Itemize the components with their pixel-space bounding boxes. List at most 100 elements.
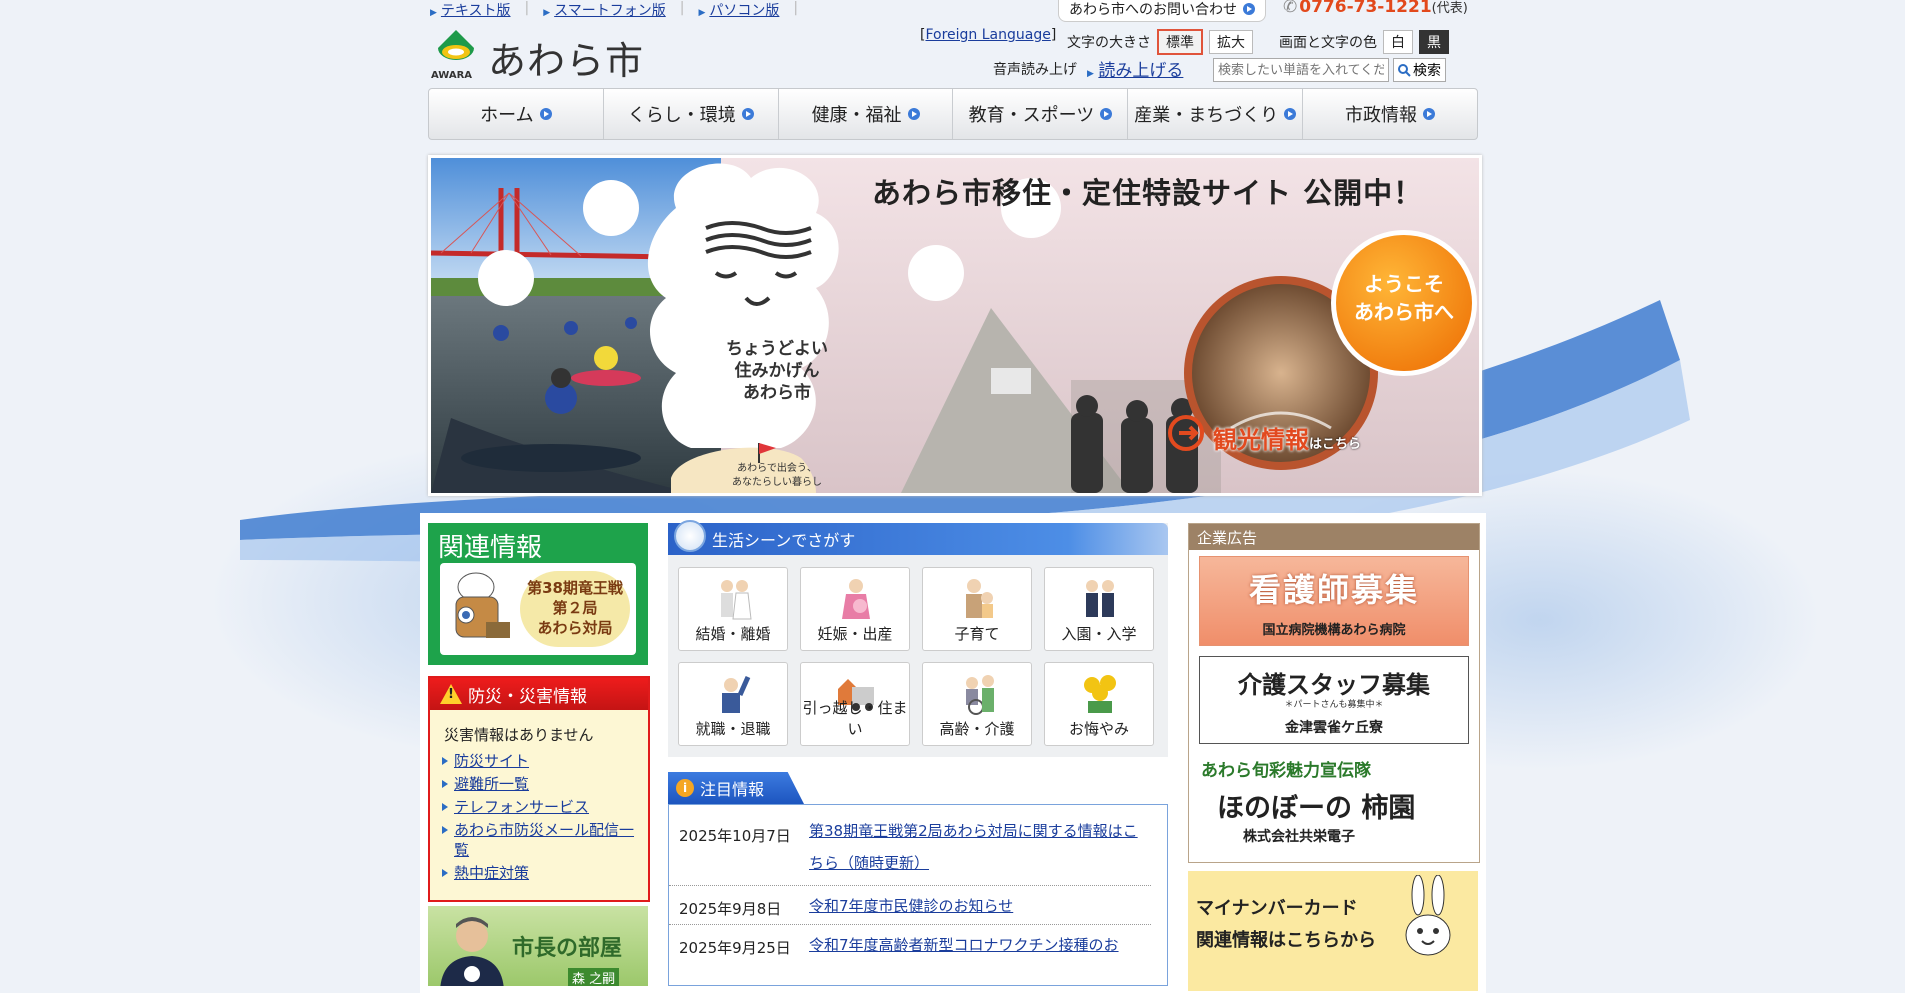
ads-header: 企業広告 — [1189, 524, 1479, 550]
view-mode-links: ▶ テキスト版 | ▶ スマートフォン版 | ▶ パソコン版 | — [430, 0, 799, 20]
arrow-circle-icon — [741, 108, 754, 120]
life-scene-panel: 生活シーンでさがす 結婚・離婚 妊娠・出産 子育て 入園・入学 就職・退職 引っ… — [668, 520, 1168, 757]
font-standard-button[interactable]: 標準 — [1157, 29, 1203, 55]
life-tile-condolence[interactable]: お悔やみ — [1044, 662, 1154, 746]
corporate-ads: 企業広告 看護師募集 国立病院機構あわら病院 介護スタッフ募集 ＊パートさんも募… — [1188, 523, 1480, 863]
disaster-status: 災害情報はありません — [444, 726, 594, 744]
life-tile-marriage[interactable]: 結婚・離婚 — [678, 567, 788, 651]
ad-care-staff[interactable]: 介護スタッフ募集 ＊パートさんも募集中＊ 金津雲雀ケ丘寮 — [1199, 656, 1469, 744]
arrow-circle-icon — [907, 108, 920, 120]
info-icon: i — [676, 779, 694, 797]
voice-label: 音声読み上げ — [993, 61, 1077, 78]
voice-reading: 音声読み上げ ▶ 読み上げる — [993, 56, 1183, 81]
phone-icon: ✆ — [1283, 0, 1298, 17]
warning-icon — [440, 684, 462, 704]
related-card: 第38期竜王戦 第２局 あわら対局 — [440, 563, 636, 655]
phone-number: ✆ 0776-73-1221(代表) — [1283, 0, 1468, 17]
disaster-link[interactable]: あわら市防災メール配信一覧 — [440, 820, 648, 860]
notice-link[interactable]: 第38期竜王戦第2局あわら対局に関する情報はこちら（随時更新） — [809, 805, 1141, 885]
notice-date: 2025年9月8日 — [679, 900, 782, 918]
nav-city-info[interactable]: 市政情報 — [1303, 89, 1477, 139]
contact-label: あわら市へのお問い合わせ — [1069, 2, 1237, 18]
pc-version-link[interactable]: ▶ パソコン版 — [698, 0, 779, 20]
logo-english: AWARA — [431, 70, 473, 81]
notice-date: 2025年10月7日 — [679, 827, 791, 845]
smartphone-version-link[interactable]: ▶ スマートフォン版 — [543, 0, 666, 20]
nav-education[interactable]: 教育・スポーツ — [953, 89, 1129, 139]
mayor-photo — [440, 917, 504, 986]
mayor-title: 市長の部屋 — [512, 936, 623, 961]
contact-link[interactable]: あわら市へのお問い合わせ — [1058, 0, 1266, 22]
notice-date: 2025年9月25日 — [679, 939, 791, 957]
life-scene-header: 生活シーンでさがす — [668, 520, 1168, 555]
life-tile-moving[interactable]: 引っ越し・住まい — [800, 662, 910, 746]
notice-item: 2025年9月8日 令和7年度市民健診のお知らせ — [669, 886, 1151, 925]
magnifier-icon — [674, 520, 706, 552]
life-tile-childcare[interactable]: 子育て — [922, 567, 1032, 651]
sightseeing-link[interactable]: 観光情報はこちら — [1213, 420, 1361, 455]
mayor-room-banner[interactable]: 市長の部屋 森 之嗣 — [428, 906, 648, 986]
ryuoh-badge: 第38期竜王戦 第２局 あわら対局 — [520, 571, 630, 647]
childcare-icon — [966, 579, 993, 618]
nav-industry[interactable]: 産業・まちづくり — [1128, 89, 1304, 139]
welcome-badge[interactable]: ようこそ あわら市へ — [1336, 270, 1472, 326]
notice-list: 2025年10月7日 第38期竜王戦第2局あわら対局に関する情報はこちら（随時更… — [668, 804, 1168, 986]
notice-item: 2025年9月25日 令和7年度高齢者新型コロナワクチン接種のお — [669, 925, 1151, 963]
display-settings: 文字の大きさ 標準 拡大 画面と文字の色 白 黒 — [1067, 29, 1449, 55]
notice-link[interactable]: 令和7年度高齢者新型コロナワクチン接種のお — [809, 925, 1141, 963]
cloud-sub-text: あわらで出会う、 あなたらしい暮らし — [732, 463, 822, 488]
disaster-link[interactable]: 防災サイト — [440, 751, 648, 771]
nav-living[interactable]: くらし・環境 — [604, 89, 779, 139]
disaster-header: 防災・災害情報 — [430, 678, 648, 710]
logo-name: あわら市 — [488, 39, 645, 83]
arrow-circle-icon — [539, 108, 552, 120]
notice-link[interactable]: 令和7年度市民健診のお知らせ — [809, 886, 1141, 924]
disaster-link[interactable]: テレフォンサービス — [440, 797, 648, 817]
font-enlarge-button[interactable]: 拡大 — [1209, 30, 1253, 54]
hero-title: あわら市移住・定住特設サイト 公開中！ — [872, 176, 1424, 210]
site-logo[interactable]: AWARA あわら市 — [428, 28, 644, 85]
color-white-button[interactable]: 白 — [1383, 30, 1413, 54]
site-search: 検索 — [1213, 58, 1446, 82]
ad-honobono[interactable]: あわら旬彩魅力宣伝隊 ほのぼーの 柿園 株式会社共栄電子 — [1199, 754, 1469, 852]
nav-home[interactable]: ホーム — [429, 89, 604, 139]
notice-item: 2025年10月7日 第38期竜王戦第2局あわら対局に関する情報はこちら（随時更… — [669, 805, 1151, 886]
mascot-rabbit-icon — [1405, 875, 1451, 956]
mayor-name: 森 之嗣 — [568, 968, 620, 986]
cloud-slogan: ちょうどよい 住みかげん あわら市 — [726, 339, 828, 403]
arrow-circle-icon — [1243, 3, 1255, 15]
search-input[interactable] — [1213, 58, 1389, 82]
search-icon — [1398, 63, 1411, 77]
life-tile-pregnancy[interactable]: 妊娠・出産 — [800, 567, 910, 651]
flower-icon — [1084, 675, 1116, 713]
arrow-circle-icon — [1100, 108, 1113, 120]
related-title: 関連情報 — [438, 533, 543, 563]
foreign-language-link[interactable]: [Foreign Language] — [920, 27, 1056, 43]
ad-nurse-recruit[interactable]: 看護師募集 国立病院機構あわら病院 — [1199, 556, 1469, 646]
related-info-banner[interactable]: 関連情報 第38期竜王戦 第２局 あわら対局 — [428, 523, 648, 665]
disaster-link[interactable]: 熱中症対策 — [440, 863, 648, 883]
voice-read-link[interactable]: ▶ 読み上げる — [1087, 56, 1183, 81]
life-tile-elderly[interactable]: 高齢・介護 — [922, 662, 1032, 746]
notice-tab: i 注目情報 — [668, 772, 804, 804]
search-button[interactable]: 検索 — [1393, 58, 1446, 82]
disaster-link[interactable]: 避難所一覧 — [440, 774, 648, 794]
arrow-circle-icon — [1423, 108, 1436, 120]
notice-panel: i 注目情報 2025年10月7日 第38期竜王戦第2局あわら対局に関する情報は… — [668, 772, 1168, 986]
color-black-button[interactable]: 黒 — [1419, 30, 1449, 54]
employment-icon — [722, 675, 751, 713]
mascot-icon — [455, 572, 510, 638]
font-size-label: 文字の大きさ — [1067, 35, 1151, 51]
school-icon — [1086, 580, 1114, 617]
wedding-icon — [721, 580, 752, 620]
nav-health[interactable]: 健康・福祉 — [779, 89, 954, 139]
pregnancy-icon — [842, 579, 870, 619]
life-tile-employment[interactable]: 就職・退職 — [678, 662, 788, 746]
text-version-link[interactable]: ▶ テキスト版 — [430, 0, 511, 20]
color-label: 画面と文字の色 — [1279, 35, 1377, 51]
life-tile-school[interactable]: 入園・入学 — [1044, 567, 1154, 651]
global-nav: ホーム くらし・環境 健康・福祉 教育・スポーツ 産業・まちづくり 市政情報 — [428, 88, 1478, 140]
arrow-circle-icon — [1284, 108, 1297, 120]
mynumber-banner[interactable]: マイナンバーカード 関連情報はこちらから — [1188, 871, 1478, 991]
disaster-links: 防災サイト 避難所一覧 テレフォンサービス あわら市防災メール配信一覧 熱中症対… — [430, 751, 648, 883]
